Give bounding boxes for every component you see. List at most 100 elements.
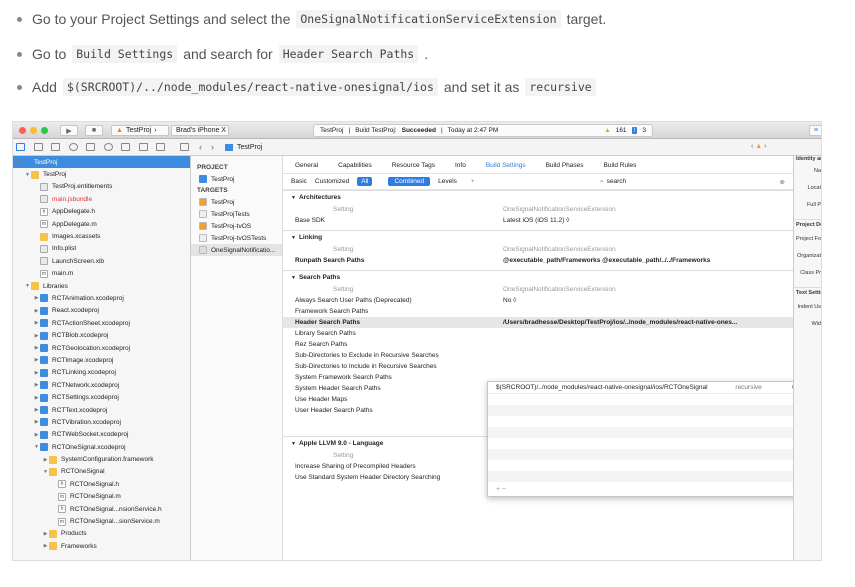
disclosure-open-icon[interactable]: ▼ xyxy=(42,469,49,475)
disclosure-closed-icon[interactable]: ▶ xyxy=(33,345,40,351)
navigator-item[interactable]: ▶ Products xyxy=(13,528,190,540)
filter-basic[interactable]: Basic xyxy=(291,178,307,185)
navigator-item[interactable]: ▶ RCTNetwork.xcodeproj xyxy=(13,379,190,391)
search-icon[interactable] xyxy=(69,143,78,151)
navigator-item[interactable]: ▶ RCTWebSocket.xcodeproj xyxy=(13,429,190,441)
navigator-item[interactable]: h RCTOneSignal.h xyxy=(13,478,190,490)
navigator-item[interactable]: ▶ RCTBlob.xcodeproj xyxy=(13,329,190,341)
navigator-item[interactable]: h RCTOneSignal...nsionService.h xyxy=(13,503,190,515)
target-item[interactable]: TestProjTests xyxy=(191,208,282,220)
disclosure-closed-icon[interactable]: ▶ xyxy=(33,333,40,339)
section-header[interactable]: ▼ Architectures xyxy=(283,190,793,204)
navigator-item[interactable]: main.jsbundle xyxy=(13,193,190,205)
disclosure-closed-icon[interactable]: ▶ xyxy=(33,320,40,326)
tab-resource-tags[interactable]: Resource Tags xyxy=(392,162,435,169)
scheme-selector[interactable]: ▲ TestProj › xyxy=(111,125,169,136)
tab-build-settings[interactable]: Build Settings xyxy=(486,162,526,169)
breadcrumb[interactable]: TestProj xyxy=(237,144,262,151)
filter-customized[interactable]: Customized xyxy=(315,178,349,185)
disclosure-open-icon[interactable]: ▼ xyxy=(15,159,22,165)
back-icon[interactable]: ‹ xyxy=(199,142,202,152)
setting-value[interactable]: /Users/bradhesse/Desktop/TestProj/ios/..… xyxy=(503,319,793,326)
disclosure-open-icon[interactable]: ▼ xyxy=(291,441,296,447)
run-button[interactable]: ▶ xyxy=(60,125,78,136)
disclosure-closed-icon[interactable]: ▶ xyxy=(42,531,49,537)
related-items-icon[interactable] xyxy=(180,143,189,151)
setting-row[interactable]: Runpath Search Paths @executable_path/Fra… xyxy=(283,255,793,266)
zoom-icon[interactable] xyxy=(41,127,48,134)
disclosure-open-icon[interactable]: ▼ xyxy=(24,283,31,289)
disclosure-closed-icon[interactable]: ▶ xyxy=(33,395,40,401)
disclosure-open-icon[interactable]: ▼ xyxy=(291,195,296,201)
navigator-item[interactable]: ▼ TestProj xyxy=(13,156,190,169)
disclosure-closed-icon[interactable]: ▶ xyxy=(33,370,40,376)
setting-row[interactable]: Rez Search Paths xyxy=(283,339,793,350)
navigator-item[interactable]: ▶ Frameworks xyxy=(13,540,190,552)
disclosure-closed-icon[interactable]: ▶ xyxy=(33,357,40,363)
test-icon[interactable] xyxy=(104,143,113,151)
navigator-item[interactable]: ▶ React.xcodeproj xyxy=(13,305,190,317)
navigator-item[interactable]: ▶ RCTSettings.xcodeproj xyxy=(13,391,190,403)
target-item[interactable]: TestProj-tvOSTests xyxy=(191,232,282,244)
navigator-item[interactable]: ▶ SystemConfiguration.framework xyxy=(13,453,190,465)
target-item[interactable]: OneSignalNotificatio... xyxy=(191,244,282,256)
navigator-item[interactable]: Images.xcassets xyxy=(13,230,190,242)
setting-row[interactable]: Library Search Paths xyxy=(283,328,793,339)
disclosure-open-icon[interactable]: ▼ xyxy=(24,172,31,178)
filter-combined[interactable]: Combined xyxy=(388,177,431,186)
disclosure-open-icon[interactable]: ▼ xyxy=(291,235,296,241)
navigator-item[interactable]: ▼ RCTOneSignal xyxy=(13,466,190,478)
section-header[interactable]: ▼ Search Paths xyxy=(283,270,793,284)
stop-button[interactable]: ■ xyxy=(85,125,103,136)
setting-row[interactable]: Always Search User Paths (Deprecated) No … xyxy=(283,295,793,306)
search-field[interactable]: ⌕ search ⊗ xyxy=(600,178,785,186)
clear-icon[interactable]: ⊗ xyxy=(780,178,785,186)
navigator-item[interactable]: m RCTOneSignal.m xyxy=(13,491,190,503)
disclosure-open-icon[interactable]: ▼ xyxy=(33,444,40,450)
debug-icon[interactable] xyxy=(121,143,130,151)
navigator-item[interactable]: ▶ RCTText.xcodeproj xyxy=(13,404,190,416)
setting-row[interactable]: Sub-Directories to Include in Recursive … xyxy=(283,361,793,372)
warning-count[interactable]: 161 xyxy=(616,127,627,134)
disclosure-closed-icon[interactable]: ▶ xyxy=(33,407,40,413)
navigator-item[interactable]: ▶ RCTGeolocation.xcodeproj xyxy=(13,342,190,354)
disclosure-closed-icon[interactable]: ▶ xyxy=(33,432,40,438)
navigator-item[interactable]: h AppDelegate.h xyxy=(13,206,190,218)
navigator-item[interactable]: LaunchScreen.xib xyxy=(13,255,190,267)
navigator-item[interactable]: TestProj.entitlements xyxy=(13,181,190,193)
disclosure-closed-icon[interactable]: ▶ xyxy=(33,308,40,314)
header-paths-popup[interactable]: $(SRCROOT)/../node_modules/react-native-… xyxy=(487,381,804,497)
filter-all[interactable]: All xyxy=(357,177,373,186)
setting-value[interactable]: @executable_path/Frameworks @executable_… xyxy=(503,257,793,264)
setting-row[interactable]: Header Search Paths/Users/bradhesse/Desk… xyxy=(283,317,793,328)
setting-value[interactable]: No ◊ xyxy=(503,297,793,304)
forward-icon[interactable]: › xyxy=(211,142,214,152)
folder-icon[interactable] xyxy=(16,143,25,151)
popup-path[interactable]: $(SRCROOT)/../node_modules/react-native-… xyxy=(496,384,735,391)
filter-levels[interactable]: Levels xyxy=(438,178,457,185)
setting-value[interactable]: Latest iOS (iOS 11.2) ◊ xyxy=(503,217,793,224)
navigator-item[interactable]: m AppDelegate.m xyxy=(13,218,190,230)
warning-icon[interactable]: ▲ xyxy=(604,127,610,134)
breakpoint-icon[interactable] xyxy=(139,143,148,151)
tab-build-phases[interactable]: Build Phases xyxy=(546,162,584,169)
project-item[interactable]: TestProj xyxy=(191,173,282,185)
navigator-item[interactable]: m main.m xyxy=(13,268,190,280)
tab-general[interactable]: General xyxy=(295,162,318,169)
report-icon[interactable] xyxy=(156,143,165,151)
navigator-item[interactable]: m RCTOneSignal...sionService.m xyxy=(13,515,190,527)
navigator-item[interactable]: ▶ RCTAnimation.xcodeproj xyxy=(13,292,190,304)
tab-capabilities[interactable]: Capabilities xyxy=(338,162,372,169)
setting-row[interactable]: Base SDK Latest iOS (iOS 11.2) ◊ xyxy=(283,215,793,226)
minimize-icon[interactable] xyxy=(30,127,37,134)
disclosure-closed-icon[interactable]: ▶ xyxy=(33,382,40,388)
navigator-item[interactable]: ▶ RCTImage.xcodeproj xyxy=(13,354,190,366)
source-control-icon[interactable] xyxy=(34,143,43,151)
search-input[interactable]: search xyxy=(607,178,627,185)
setting-row[interactable]: Framework Search Paths xyxy=(283,306,793,317)
navigator-item[interactable]: Info.plist xyxy=(13,243,190,255)
device-selector[interactable]: Brad's iPhone X xyxy=(171,125,229,136)
issue-icon[interactable] xyxy=(86,143,95,151)
target-item[interactable]: TestProj xyxy=(191,196,282,208)
close-icon[interactable] xyxy=(19,127,26,134)
